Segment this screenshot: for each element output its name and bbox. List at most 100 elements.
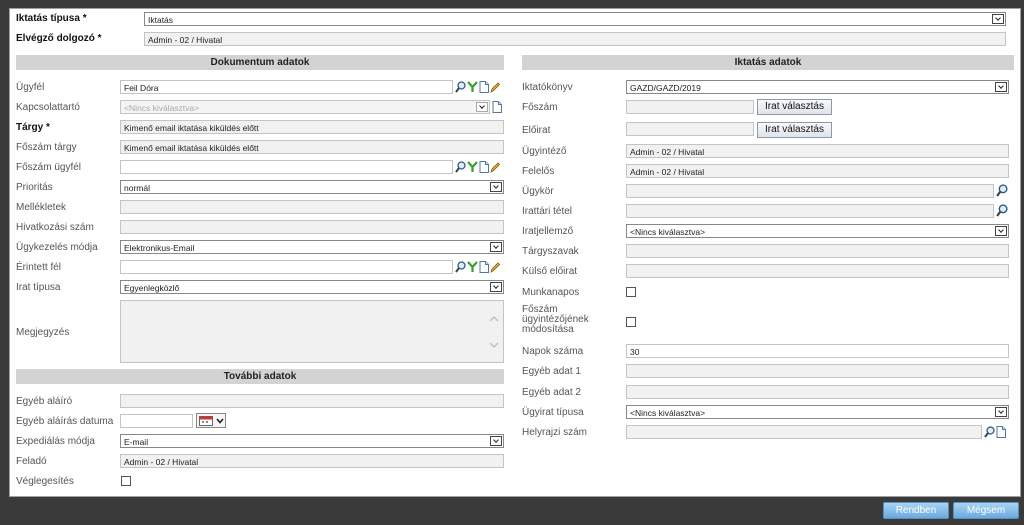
foszam-irat-valasztas-button[interactable]: Irat választás	[757, 99, 832, 115]
ugykezeles-modja-select[interactable]: Elektronikus-Email	[120, 240, 504, 254]
egyeb-alairo-label: Egyéb aláíró	[16, 396, 73, 407]
felado-field[interactable]: Admin - 02 / Hivatal	[120, 454, 504, 468]
expedialas-modja-select[interactable]: E-mail	[120, 434, 504, 448]
ugyirat-tipusa-select[interactable]: <Nincs kiválasztva>	[626, 405, 1009, 419]
dokumentum-adatok-header: Dokumentum adatok	[16, 55, 504, 70]
chevron-down-icon[interactable]	[490, 282, 502, 292]
megsem-button[interactable]: Mégsem	[953, 502, 1019, 519]
hivatkozasi-szam-field[interactable]	[120, 220, 504, 234]
scroll-up-icon[interactable]	[489, 316, 499, 322]
egyeb-adat-1-field[interactable]	[626, 364, 1009, 378]
new-document-icon[interactable]	[479, 161, 489, 173]
felado-label: Feladó	[16, 456, 47, 467]
foszam-label: Főszám	[522, 102, 558, 113]
rendben-button[interactable]: Rendben	[883, 502, 949, 519]
helyrajzi-szam-icons	[984, 425, 1006, 439]
filter-icon[interactable]	[467, 161, 478, 173]
egyeb-alairas-datuma-field[interactable]	[120, 414, 193, 428]
eloirat-irat-valasztas-button[interactable]: Irat választás	[757, 122, 832, 138]
eloirat-label: Előirat	[522, 125, 551, 136]
ugyintezo-field[interactable]: Admin - 02 / Hivatal	[626, 144, 1009, 158]
felelos-field[interactable]: Admin - 02 / Hivatal	[626, 164, 1009, 178]
iktatokonyv-label: Iktatókönyv	[522, 82, 573, 93]
search-icon[interactable]	[996, 204, 1008, 217]
elvegzo-dolgozo-label: Elvégző dolgozó *	[16, 33, 102, 44]
foszam-modositasa-label-line3: módosítása	[522, 324, 574, 335]
egyeb-adat-2-field[interactable]	[626, 385, 1009, 399]
hivatkozasi-szam-label: Hivatkozási szám	[16, 222, 94, 233]
foszam-field[interactable]	[626, 100, 754, 114]
prioritas-value: normál	[124, 183, 150, 193]
felelos-label: Felelős	[522, 166, 555, 177]
munkanapos-checkbox[interactable]	[626, 287, 636, 297]
chevron-down-icon[interactable]	[490, 242, 502, 252]
foszam-targy-field[interactable]: Kimenő email iktatása kiküldés előtt	[120, 140, 504, 154]
ugyintezo-label: Ügyintéző	[522, 146, 567, 157]
irat-tipusa-value: Egyenlegközlő	[124, 283, 180, 293]
kulso-eloirat-field[interactable]	[626, 264, 1009, 278]
chevron-down-icon[interactable]	[490, 436, 502, 446]
expedialas-modja-value: E-mail	[124, 437, 149, 447]
targy-field[interactable]: Kimenő email iktatása kiküldés előtt	[120, 120, 504, 134]
ugykezeles-modja-value: Elektronikus-Email	[124, 243, 195, 253]
eloirat-field[interactable]	[626, 122, 754, 136]
filter-icon[interactable]	[467, 261, 478, 273]
iktatokonyv-select[interactable]: GAZD/GAZD/2019	[626, 80, 1009, 94]
new-document-icon[interactable]	[479, 261, 489, 273]
targy-label: Tárgy *	[16, 122, 50, 133]
irattari-tetel-field[interactable]	[626, 204, 994, 218]
irat-tipusa-select[interactable]: Egyenlegközlő	[120, 280, 504, 294]
scroll-down-icon[interactable]	[489, 342, 499, 348]
foszam-modositasa-checkbox[interactable]	[626, 317, 636, 327]
kapcsolattarto-icons	[492, 100, 502, 114]
erintett-fel-field[interactable]	[120, 260, 453, 274]
ugykor-label: Ügykör	[522, 186, 554, 197]
pencil-icon[interactable]	[490, 81, 500, 93]
prioritas-select[interactable]: normál	[120, 180, 504, 194]
ugykor-field[interactable]	[626, 184, 994, 198]
egyeb-alairo-field[interactable]	[120, 394, 504, 408]
napok-szama-field[interactable]: 30	[626, 344, 1009, 358]
chevron-down-icon[interactable]	[995, 82, 1007, 92]
mellekletek-field[interactable]	[120, 200, 504, 214]
search-icon[interactable]	[984, 426, 995, 438]
chevron-down-icon[interactable]	[995, 407, 1007, 417]
new-document-icon[interactable]	[996, 426, 1006, 438]
chevron-down-icon[interactable]	[476, 102, 488, 112]
search-icon[interactable]	[455, 161, 466, 173]
foszam-ugyfel-label: Főszám ügyfél	[16, 162, 82, 173]
helyrajzi-szam-label: Helyrajzi szám	[522, 427, 588, 438]
filter-icon[interactable]	[467, 81, 478, 93]
iratjellemzo-label: Iratjellemző	[522, 226, 574, 237]
new-document-icon[interactable]	[492, 101, 502, 113]
search-icon[interactable]	[996, 184, 1008, 197]
search-icon[interactable]	[455, 81, 466, 93]
elvegzo-dolgozo-field[interactable]: Admin - 02 / Hivatal	[144, 32, 1006, 46]
kapcsolattarto-placeholder: <Nincs kiválasztva>	[124, 103, 200, 113]
targyszavak-field[interactable]	[626, 244, 1009, 258]
helyrajzi-szam-field[interactable]	[626, 425, 982, 439]
egyeb-adat-1-label: Egyéb adat 1	[522, 366, 581, 377]
megjegyzes-textarea[interactable]	[120, 300, 504, 363]
date-picker-button[interactable]	[196, 413, 226, 428]
ugyfel-field[interactable]: Feil Dóra	[120, 80, 453, 94]
iktatas-tipusa-select[interactable]: Iktatás	[144, 12, 1006, 26]
pencil-icon[interactable]	[490, 261, 500, 273]
iratjellemzo-select[interactable]: <Nincs kiválasztva>	[626, 224, 1009, 238]
veglegesites-checkbox[interactable]	[121, 476, 131, 486]
tovabbi-adatok-header: További adatok	[16, 369, 504, 384]
napok-szama-label: Napok száma	[522, 346, 584, 357]
foszam-ugyfel-field[interactable]	[120, 160, 453, 174]
new-document-icon[interactable]	[479, 81, 489, 93]
pencil-icon[interactable]	[490, 161, 500, 173]
munkanapos-label: Munkanapos	[522, 287, 580, 298]
search-icon[interactable]	[455, 261, 466, 273]
chevron-down-icon[interactable]	[490, 182, 502, 192]
kapcsolattarto-select[interactable]: <Nincs kiválasztva>	[120, 100, 490, 114]
megjegyzes-label: Megjegyzés	[16, 327, 70, 338]
chevron-down-icon[interactable]	[995, 226, 1007, 236]
chevron-down-icon[interactable]	[992, 14, 1004, 24]
iktatas-tipusa-label: Iktatás típusa *	[16, 13, 87, 24]
chevron-down-icon	[216, 418, 224, 424]
veglegesites-label: Véglegesítés	[16, 476, 74, 487]
